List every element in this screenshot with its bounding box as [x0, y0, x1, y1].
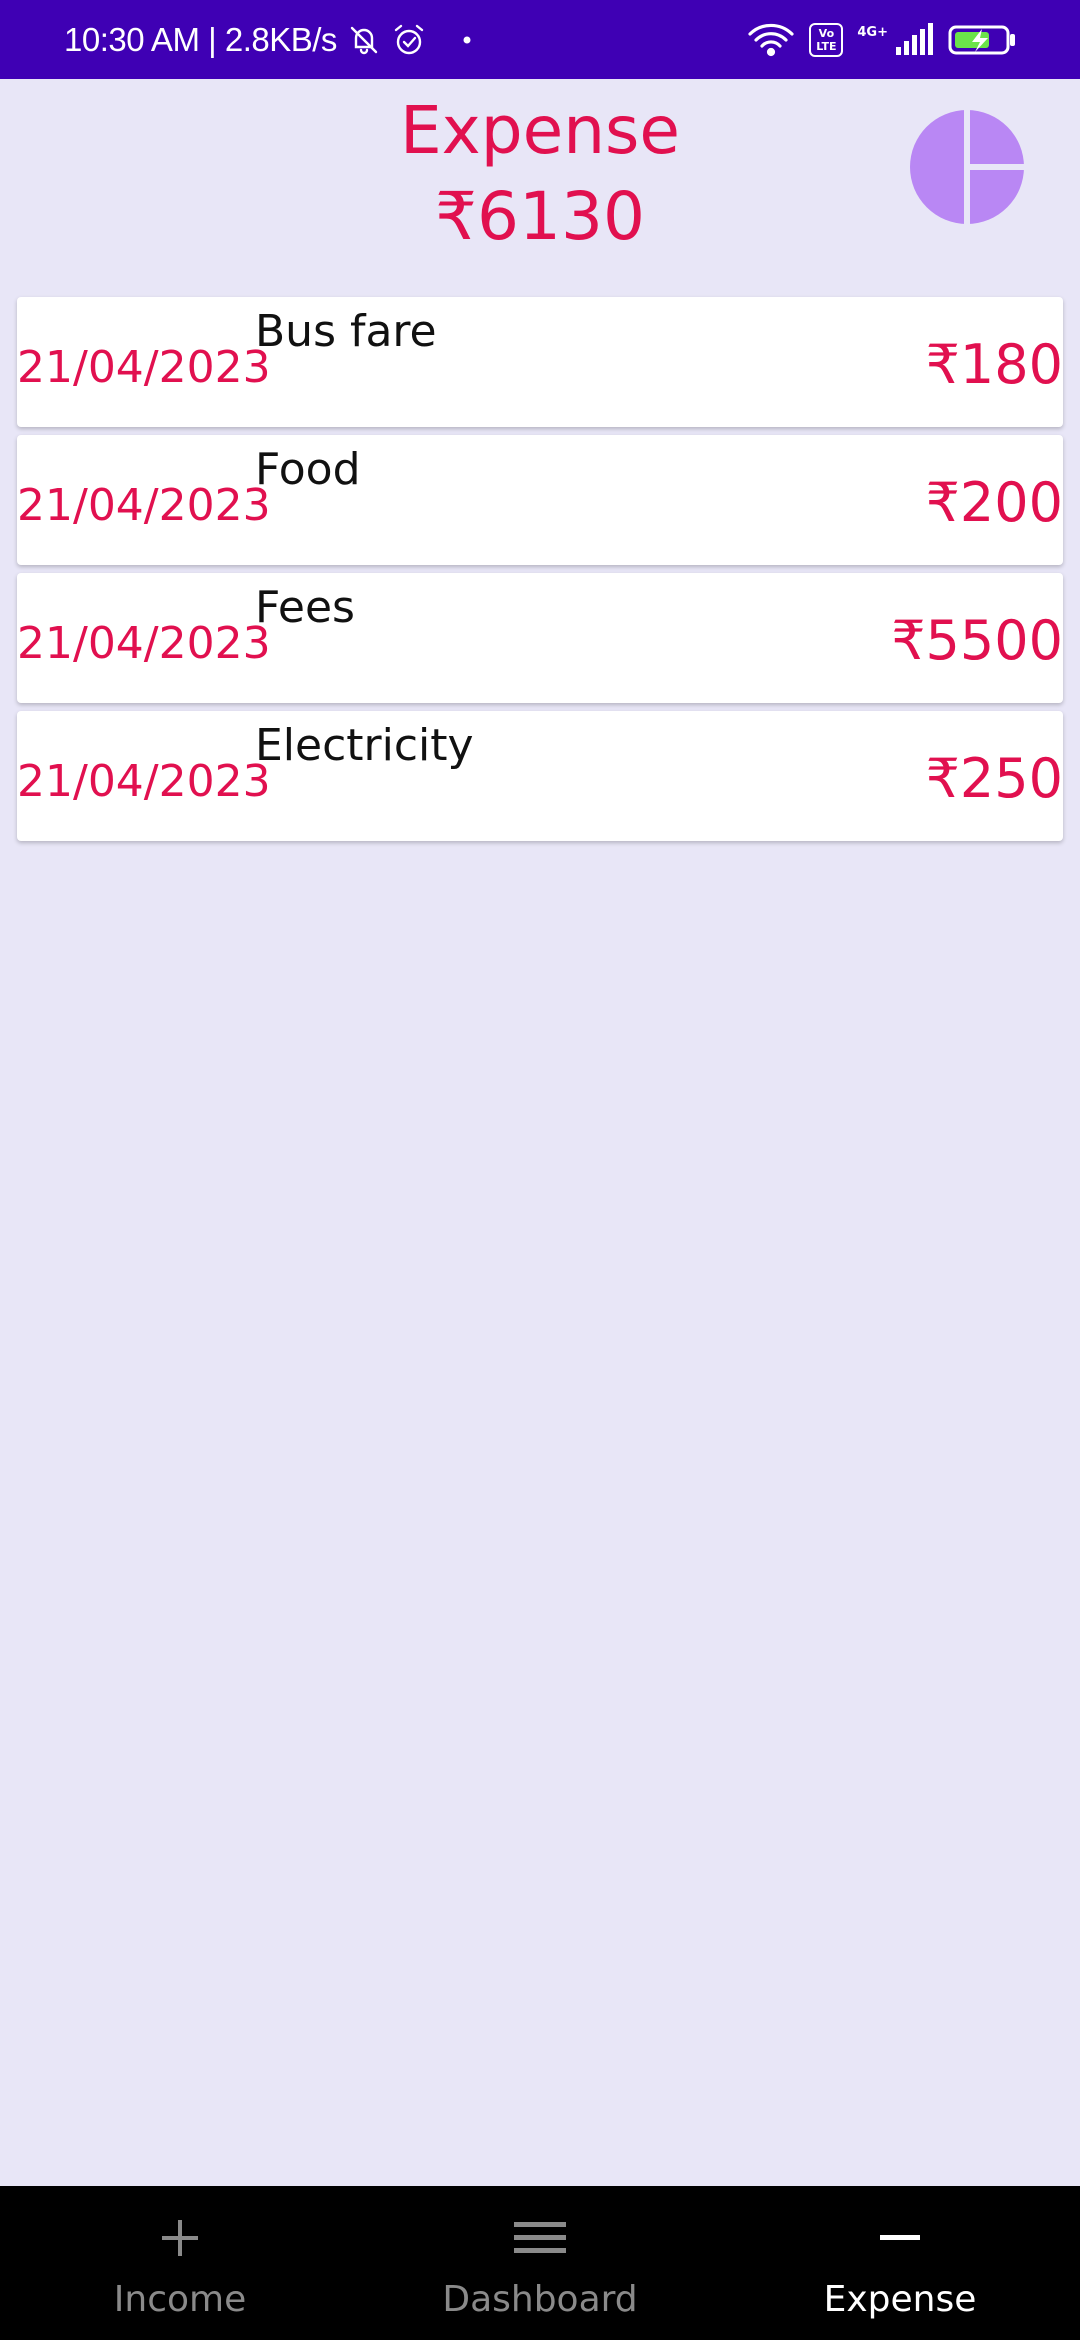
wifi-icon	[747, 22, 795, 58]
plus-icon	[158, 2216, 202, 2264]
status-left: 10:30 AM | 2.8KB/s	[64, 0, 471, 79]
menu-icon	[514, 2216, 566, 2264]
expense-amount: ₹200	[925, 471, 1063, 534]
expense-header: Expense ₹6130	[0, 79, 1080, 289]
expense-date: 21/04/2023	[17, 480, 271, 531]
bottom-nav: Income Dashboard Expense	[0, 2186, 1080, 2340]
expense-row[interactable]: 21/04/2023 Electricity ₹250	[17, 711, 1063, 841]
nav-income-label: Income	[113, 2279, 247, 2320]
expense-row[interactable]: 21/04/2023 Bus fare ₹180	[17, 297, 1063, 427]
status-time-speed: 10:30 AM | 2.8KB/s	[64, 20, 337, 58]
minus-icon	[878, 2216, 922, 2264]
pie-chart-button[interactable]	[909, 109, 1025, 225]
signal-icon	[894, 22, 934, 57]
expense-date: 21/04/2023	[17, 756, 271, 807]
nav-dashboard-label: Dashboard	[442, 2279, 638, 2320]
expense-name: Fees	[255, 582, 355, 633]
status-right: Vo LTE 4G+	[747, 0, 1018, 79]
expense-name: Food	[255, 444, 361, 495]
expense-amount: ₹250	[925, 747, 1063, 810]
expense-date: 21/04/2023	[17, 342, 271, 393]
nav-dashboard[interactable]: Dashboard	[360, 2186, 720, 2340]
nav-income[interactable]: Income	[0, 2186, 360, 2340]
status-bar: 10:30 AM | 2.8KB/s Vo LTE 4G+	[0, 0, 1080, 79]
network-type: 4G+	[857, 25, 888, 40]
expense-name: Electricity	[255, 720, 474, 771]
alarm-icon	[391, 22, 427, 58]
expense-row[interactable]: 21/04/2023 Fees ₹5500	[17, 573, 1063, 703]
expense-amount: ₹5500	[891, 609, 1063, 672]
bell-muted-icon	[347, 23, 381, 57]
expense-amount: ₹180	[925, 333, 1063, 396]
volte-icon: Vo LTE	[809, 22, 844, 57]
expense-list: 21/04/2023 Bus fare ₹180 21/04/2023 Food…	[17, 297, 1063, 849]
pie-chart-icon	[910, 109, 1025, 225]
nav-expense[interactable]: Expense	[720, 2186, 1080, 2340]
expense-date: 21/04/2023	[17, 618, 271, 669]
battery-charging-icon	[948, 23, 1018, 57]
dot-icon	[463, 36, 471, 44]
nav-expense-label: Expense	[823, 2279, 977, 2320]
expense-row[interactable]: 21/04/2023 Food ₹200	[17, 435, 1063, 565]
expense-name: Bus fare	[255, 306, 437, 357]
